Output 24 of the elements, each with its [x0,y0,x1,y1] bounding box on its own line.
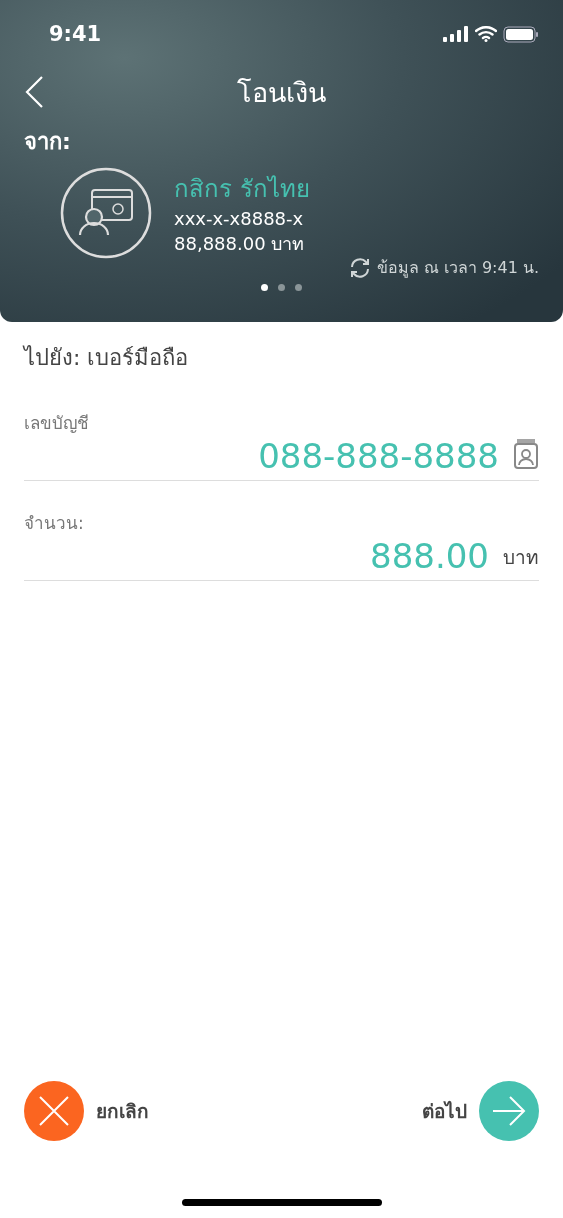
battery-icon [503,25,539,43]
update-time: ข้อมูล ณ เวลา 9:41 น. [376,257,539,280]
bank-name: กสิกร รักไทย [174,173,310,205]
page-dot[interactable] [295,284,302,291]
wifi-icon [475,26,497,42]
cancel-button[interactable]: ยกเลิก [24,1081,149,1141]
from-label: จาก: [24,128,72,156]
status-time: 9:41 [49,22,102,46]
page-dot[interactable] [261,284,268,291]
account-balance: 88,888.00 บาท [174,231,306,256]
field-label: จำนวน: [24,512,84,535]
back-button[interactable] [24,76,44,108]
signal-icon [443,26,469,42]
page-dot[interactable] [278,284,285,291]
arrow-right-icon [492,1095,526,1127]
account-holder-icon [60,167,152,259]
field-label: เลขบัญชี [24,412,89,435]
close-icon [38,1095,70,1127]
refresh-icon[interactable] [348,256,371,279]
screen-title: โอนเงิน [237,75,326,110]
account-number: xxx-x-x8888-x [174,207,305,229]
contact-book-icon[interactable] [513,438,539,470]
destination-label: ไปยัง: เบอร์มือถือ [24,344,190,372]
currency-unit: บาท [503,545,539,570]
